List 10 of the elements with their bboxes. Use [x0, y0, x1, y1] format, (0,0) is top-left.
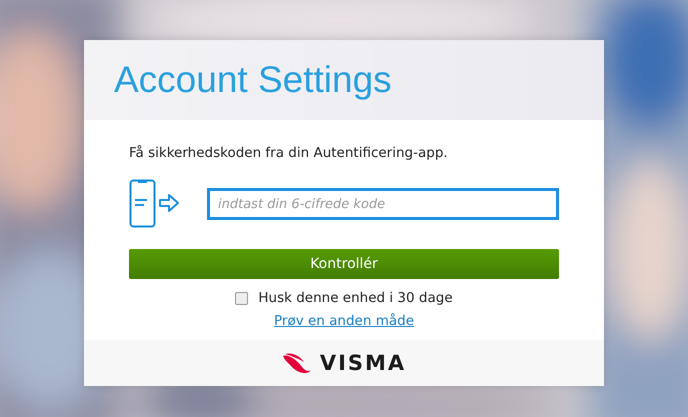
remember-checkbox[interactable]: [235, 292, 248, 304]
page-title: Account Settings: [114, 59, 392, 101]
alternative-method-link[interactable]: Prøv en anden måde: [274, 313, 414, 329]
code-input-field[interactable]: indtast din 6-cifrede kode: [207, 188, 559, 220]
instruction-text: Få sikkerhedskoden fra din Autentificering-app.: [129, 145, 449, 161]
phone-arrow-icon: [129, 179, 181, 229]
logo-icon: [282, 353, 312, 373]
remember-label: Husk denne enhed i 30 dage: [258, 290, 453, 306]
logo-text: VISMA: [320, 351, 406, 375]
submit-button[interactable]: Kontrollér: [129, 249, 559, 279]
